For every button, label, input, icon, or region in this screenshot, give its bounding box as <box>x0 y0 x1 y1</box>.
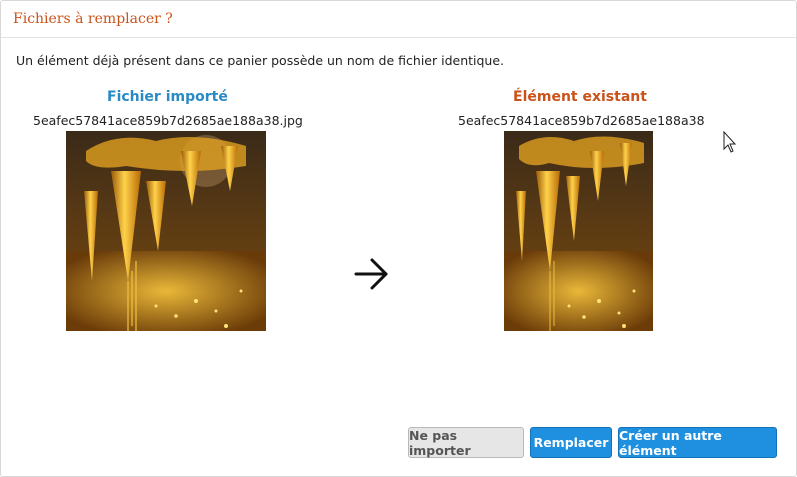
existing-item-heading: Élément existant <box>513 89 647 105</box>
mouse-pointer-icon <box>723 130 737 153</box>
replace-button[interactable]: Remplacer <box>530 427 612 458</box>
create-new-item-button[interactable]: Créer un autre élément <box>618 427 777 458</box>
dialog-title-bar: Fichiers à remplacer ? <box>1 1 796 38</box>
dialog-title: Fichiers à remplacer ? <box>13 11 173 27</box>
imported-file-thumbnail <box>66 131 266 331</box>
imported-file-heading: Fichier importé <box>107 89 228 105</box>
dialog-message: Un élément déjà présent dans ce panier p… <box>16 53 505 68</box>
imported-filename: 5eafec57841ace859b7d2685ae188a38.jpg <box>33 113 303 128</box>
arrow-right-icon <box>353 256 391 292</box>
existing-filename: 5eafec57841ace859b7d2685ae188a38 <box>458 113 705 128</box>
existing-item-thumbnail <box>504 131 653 331</box>
skip-import-button[interactable]: Ne pas importer <box>408 427 524 458</box>
